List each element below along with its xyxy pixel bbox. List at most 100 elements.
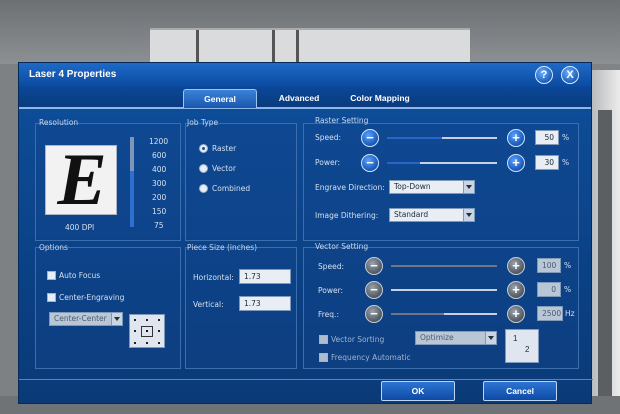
laser-properties-dialog: Laser 4 Properties ? X General Advanced … bbox=[18, 62, 593, 404]
vector-speed-plus-button[interactable]: + bbox=[507, 257, 525, 275]
job-type-panel bbox=[185, 123, 297, 241]
engrave-direction-value: Top-Down bbox=[394, 182, 431, 191]
center-dot bbox=[146, 330, 148, 332]
tab-advanced[interactable]: Advanced bbox=[267, 89, 331, 108]
vector-sorting-select[interactable]: Optimize bbox=[415, 331, 497, 345]
chevron-down-icon[interactable] bbox=[463, 209, 474, 221]
chevron-down-icon[interactable] bbox=[485, 332, 496, 344]
tab-general[interactable]: General bbox=[183, 89, 257, 108]
vector-speed-minus-button[interactable]: − bbox=[365, 257, 383, 275]
grid-dot bbox=[158, 319, 160, 321]
raster-speed-fill bbox=[387, 137, 442, 139]
radio-combined-label[interactable]: Combined bbox=[212, 184, 250, 193]
vector-freq-plus-button[interactable]: + bbox=[507, 305, 525, 323]
auto-focus-label[interactable]: Auto Focus bbox=[59, 271, 100, 280]
center-position-select[interactable]: Center-Center bbox=[49, 312, 123, 326]
radio-raster-label[interactable]: Raster bbox=[212, 144, 236, 153]
vector-freq-field[interactable]: 2500 bbox=[537, 306, 563, 321]
vector-freq-unit: Hz bbox=[565, 309, 575, 318]
vector-sorting-checkbox[interactable] bbox=[319, 335, 328, 344]
vector-sorting-value: Optimize bbox=[420, 333, 454, 342]
sort-icon-first: 1 bbox=[513, 334, 518, 343]
horizontal-field[interactable]: 1.73 bbox=[239, 269, 291, 284]
chevron-down-icon[interactable] bbox=[111, 313, 122, 325]
vector-setting-label: Vector Setting bbox=[315, 242, 369, 251]
vertical-label: Vertical: bbox=[193, 300, 224, 309]
raster-setting-label: Raster Setting bbox=[315, 116, 369, 125]
vertical-field[interactable]: 1.73 bbox=[239, 296, 291, 311]
cancel-button[interactable]: Cancel bbox=[483, 381, 557, 401]
resolution-tick[interactable]: 200 bbox=[152, 193, 166, 202]
piece-size-label: Piece Size (inches) bbox=[187, 243, 258, 252]
horizontal-label: Horizontal: bbox=[193, 273, 234, 282]
chevron-down-icon[interactable] bbox=[463, 181, 474, 193]
vector-power-unit: % bbox=[564, 285, 572, 294]
raster-power-label: Power: bbox=[315, 158, 341, 167]
raster-speed-minus-button[interactable]: − bbox=[361, 129, 379, 147]
vector-sorting-label[interactable]: Vector Sorting bbox=[331, 335, 384, 344]
resolution-tick[interactable]: 300 bbox=[152, 179, 166, 188]
job-type-label: Job Type bbox=[187, 118, 219, 127]
resolution-label: Resolution bbox=[39, 118, 79, 127]
grid-dot bbox=[158, 330, 160, 332]
raster-power-minus-button[interactable]: − bbox=[361, 154, 379, 172]
vector-power-field[interactable]: 0 bbox=[537, 282, 561, 297]
vector-power-slider[interactable] bbox=[391, 289, 497, 291]
options-label: Options bbox=[39, 243, 68, 252]
raster-power-slider[interactable] bbox=[387, 162, 497, 164]
vector-freq-label: Freq.: bbox=[318, 310, 339, 319]
center-position-icon[interactable] bbox=[129, 314, 165, 348]
close-icon[interactable]: X bbox=[561, 66, 579, 84]
frequency-automatic-checkbox[interactable] bbox=[319, 353, 328, 362]
raster-power-fill bbox=[387, 162, 420, 164]
vector-power-plus-button[interactable]: + bbox=[507, 281, 525, 299]
grid-dot bbox=[134, 342, 136, 344]
vector-freq-slider[interactable] bbox=[391, 313, 497, 315]
center-engraving-checkbox[interactable] bbox=[47, 293, 56, 302]
vector-speed-slider[interactable] bbox=[391, 265, 497, 267]
resolution-tick[interactable]: 1200 bbox=[149, 137, 168, 146]
ok-button[interactable]: OK bbox=[381, 381, 455, 401]
raster-power-plus-button[interactable]: + bbox=[507, 154, 525, 172]
image-dithering-value: Standard bbox=[394, 210, 429, 219]
vector-power-minus-button[interactable]: − bbox=[365, 281, 383, 299]
raster-speed-field[interactable]: 50 bbox=[535, 130, 559, 145]
resolution-tick[interactable]: 75 bbox=[154, 221, 164, 230]
raster-speed-slider[interactable] bbox=[387, 137, 497, 139]
radio-vector[interactable] bbox=[199, 164, 208, 173]
help-icon[interactable]: ? bbox=[535, 66, 553, 84]
raster-speed-plus-button[interactable]: + bbox=[507, 129, 525, 147]
grid-dot bbox=[158, 342, 160, 344]
resolution-preview: E bbox=[45, 145, 117, 215]
auto-focus-checkbox[interactable] bbox=[47, 271, 56, 280]
image-dithering-select[interactable]: Standard bbox=[389, 208, 475, 222]
title-bar[interactable]: Laser 4 Properties ? X bbox=[19, 63, 591, 87]
background-strip bbox=[598, 110, 612, 410]
engrave-direction-label: Engrave Direction: bbox=[315, 183, 385, 192]
grid-dot bbox=[134, 330, 136, 332]
center-engraving-label[interactable]: Center-Engraving bbox=[59, 293, 124, 302]
options-panel bbox=[35, 247, 181, 369]
background-right-window bbox=[592, 70, 620, 414]
engrave-direction-select[interactable]: Top-Down bbox=[389, 180, 475, 194]
raster-power-field[interactable]: 30 bbox=[535, 155, 559, 170]
resolution-tick[interactable]: 600 bbox=[152, 151, 166, 160]
vector-freq-fill bbox=[391, 313, 444, 315]
resolution-tick[interactable]: 150 bbox=[152, 207, 166, 216]
footer-divider bbox=[19, 379, 593, 380]
vector-freq-minus-button[interactable]: − bbox=[365, 305, 383, 323]
radio-combined[interactable] bbox=[199, 184, 208, 193]
frequency-automatic-label[interactable]: Frequency Automatic bbox=[331, 353, 411, 362]
image-dithering-label: Image Dithering: bbox=[315, 211, 379, 220]
radio-raster[interactable] bbox=[199, 144, 208, 153]
resolution-tick[interactable]: 400 bbox=[152, 165, 166, 174]
radio-vector-label[interactable]: Vector bbox=[212, 164, 236, 173]
resolution-slider-fill bbox=[130, 171, 134, 227]
grid-dot bbox=[134, 319, 136, 321]
vector-power-label: Power: bbox=[318, 286, 344, 295]
vector-speed-field[interactable]: 100 bbox=[537, 258, 561, 273]
resolution-slider[interactable] bbox=[130, 137, 134, 227]
vector-sorting-icon: 1 2 bbox=[505, 329, 539, 363]
tab-color-mapping[interactable]: Color Mapping bbox=[341, 89, 419, 108]
sort-icon-second: 2 bbox=[525, 345, 530, 354]
